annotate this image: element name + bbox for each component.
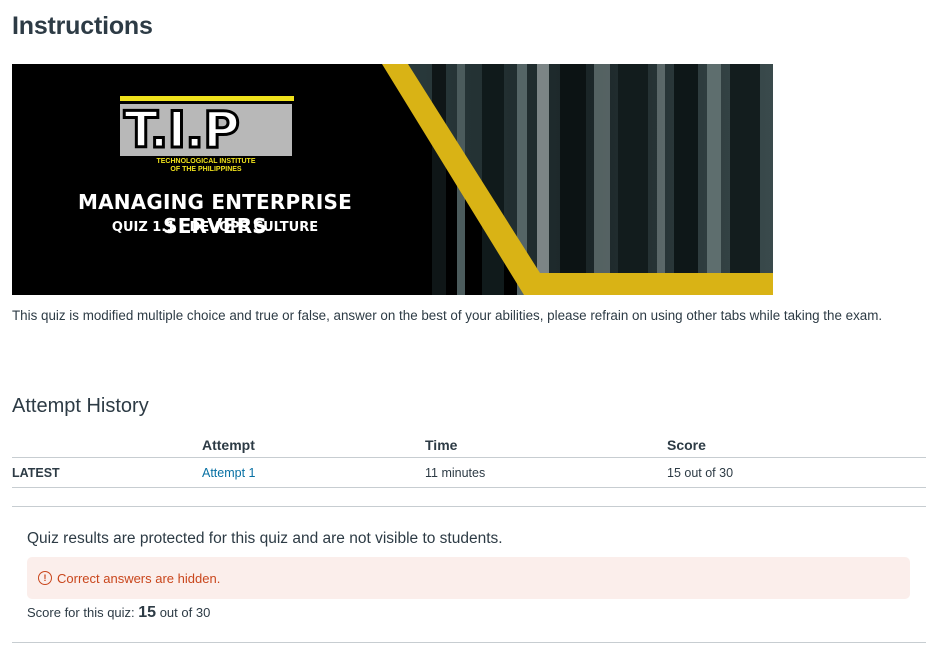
alert-text: Correct answers are hidden. bbox=[57, 570, 221, 586]
logo-institute-name: TECHNOLOGICAL INSTITUTE OF THE PHILIPPIN… bbox=[120, 158, 292, 174]
column-header-label bbox=[12, 432, 202, 458]
results-protected-message: Quiz results are protected for this quiz… bbox=[27, 530, 503, 547]
quiz-banner-image: T.I.P TECHNOLOGICAL INSTITUTE OF THE PHI… bbox=[12, 64, 773, 295]
logo-text: T.I.P bbox=[123, 100, 242, 161]
attempt-link[interactable]: Attempt 1 bbox=[202, 466, 256, 480]
column-header-attempt: Attempt bbox=[202, 432, 425, 458]
attempt-cell: Attempt 1 bbox=[202, 457, 425, 488]
tip-logo: T.I.P TECHNOLOGICAL INSTITUTE OF THE PHI… bbox=[120, 96, 304, 174]
score-total: out of 30 bbox=[159, 605, 211, 620]
banner-quiz-title: QUIZ 1.1 : DEVOPS CULTURE bbox=[111, 220, 319, 235]
logo-box: T.I.P bbox=[120, 100, 292, 161]
warning-circle-icon: ! bbox=[38, 571, 52, 585]
score-label: Score for this quiz: bbox=[27, 605, 135, 620]
logo-institute-line2: OF THE PHILIPPINES bbox=[170, 166, 242, 173]
results-divider-bottom bbox=[12, 642, 926, 643]
correct-answers-hidden-alert: ! Correct answers are hidden. bbox=[27, 557, 910, 599]
attempt-history-table: Attempt Time Score LATEST Attempt 1 11 m… bbox=[12, 432, 926, 488]
score-cell: 15 out of 30 bbox=[667, 457, 926, 488]
column-header-score: Score bbox=[667, 432, 926, 458]
quiz-description: This quiz is modified multiple choice an… bbox=[12, 308, 883, 323]
quiz-score: Score for this quiz: 15 out of 30 bbox=[27, 604, 210, 622]
attempt-history-heading: Attempt History bbox=[12, 395, 149, 417]
score-value: 15 bbox=[138, 604, 157, 621]
column-header-time: Time bbox=[425, 432, 667, 458]
time-cell: 11 minutes bbox=[425, 457, 667, 488]
page-title: Instructions bbox=[12, 12, 153, 40]
results-divider-top bbox=[12, 506, 926, 507]
latest-label: LATEST bbox=[12, 457, 202, 488]
table-row: LATEST Attempt 1 11 minutes 15 out of 30 bbox=[12, 457, 926, 488]
table-header-row: Attempt Time Score bbox=[12, 432, 926, 458]
